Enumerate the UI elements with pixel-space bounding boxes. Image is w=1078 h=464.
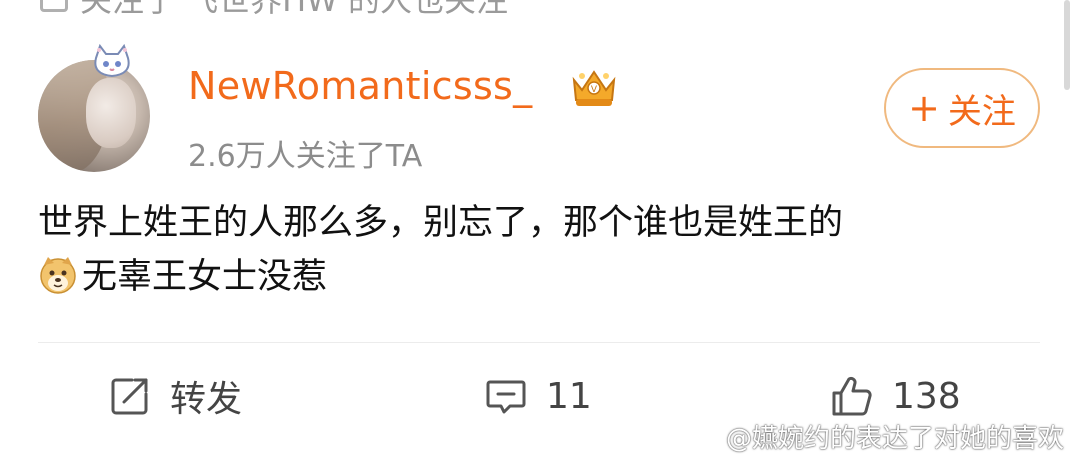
- comment-icon: [486, 380, 526, 414]
- like-icon: [832, 376, 872, 416]
- repost-button[interactable]: 转发: [108, 374, 242, 420]
- repost-icon: [111, 378, 148, 415]
- follow-button-label: 关注: [947, 91, 1016, 132]
- scrollbar[interactable]: [1064, 0, 1070, 90]
- doge-emoji-icon: [40, 257, 76, 294]
- header-icon: [40, 0, 68, 12]
- avatar[interactable]: [38, 44, 150, 172]
- cat-avatar-pendant-icon: [94, 44, 130, 78]
- post-content: 世界上姓王的人那么多，别忘了，那个谁也是姓王的 无辜王女士没惹: [38, 196, 1048, 304]
- comment-button[interactable]: 11: [484, 374, 592, 418]
- username[interactable]: NewRomanticsss_: [188, 64, 532, 108]
- repost-label: 转发: [170, 379, 243, 420]
- follower-info: 2.6万人关注了TA: [188, 139, 423, 174]
- crown-badge-icon: V: [572, 70, 616, 106]
- watermark: @嬿婉约的表达了对她的喜欢: [686, 418, 1064, 454]
- weibo-logo-icon: [686, 424, 719, 450]
- watermark-text: @嬿婉约的表达了对她的喜欢: [725, 423, 1064, 454]
- like-count: 138: [892, 375, 961, 417]
- svg-text:V: V: [591, 85, 598, 95]
- divider: [38, 342, 1040, 343]
- follow-button[interactable]: + 关注: [884, 68, 1040, 148]
- plus-icon: +: [908, 86, 940, 130]
- post-content-line-2: 无辜王女士没惹: [38, 250, 1048, 304]
- post-content-line-1: 世界上姓王的人那么多，别忘了，那个谁也是姓王的: [38, 203, 844, 243]
- recommendation-header: 关注了 飞世界HW 的人也关注: [40, 0, 509, 19]
- like-button[interactable]: 138: [830, 374, 961, 418]
- post-content-line-2-text: 无辜王女士没惹: [82, 257, 328, 297]
- recommendation-header-text: 关注了 飞世界HW 的人也关注: [80, 0, 509, 19]
- comment-count: 11: [546, 375, 592, 417]
